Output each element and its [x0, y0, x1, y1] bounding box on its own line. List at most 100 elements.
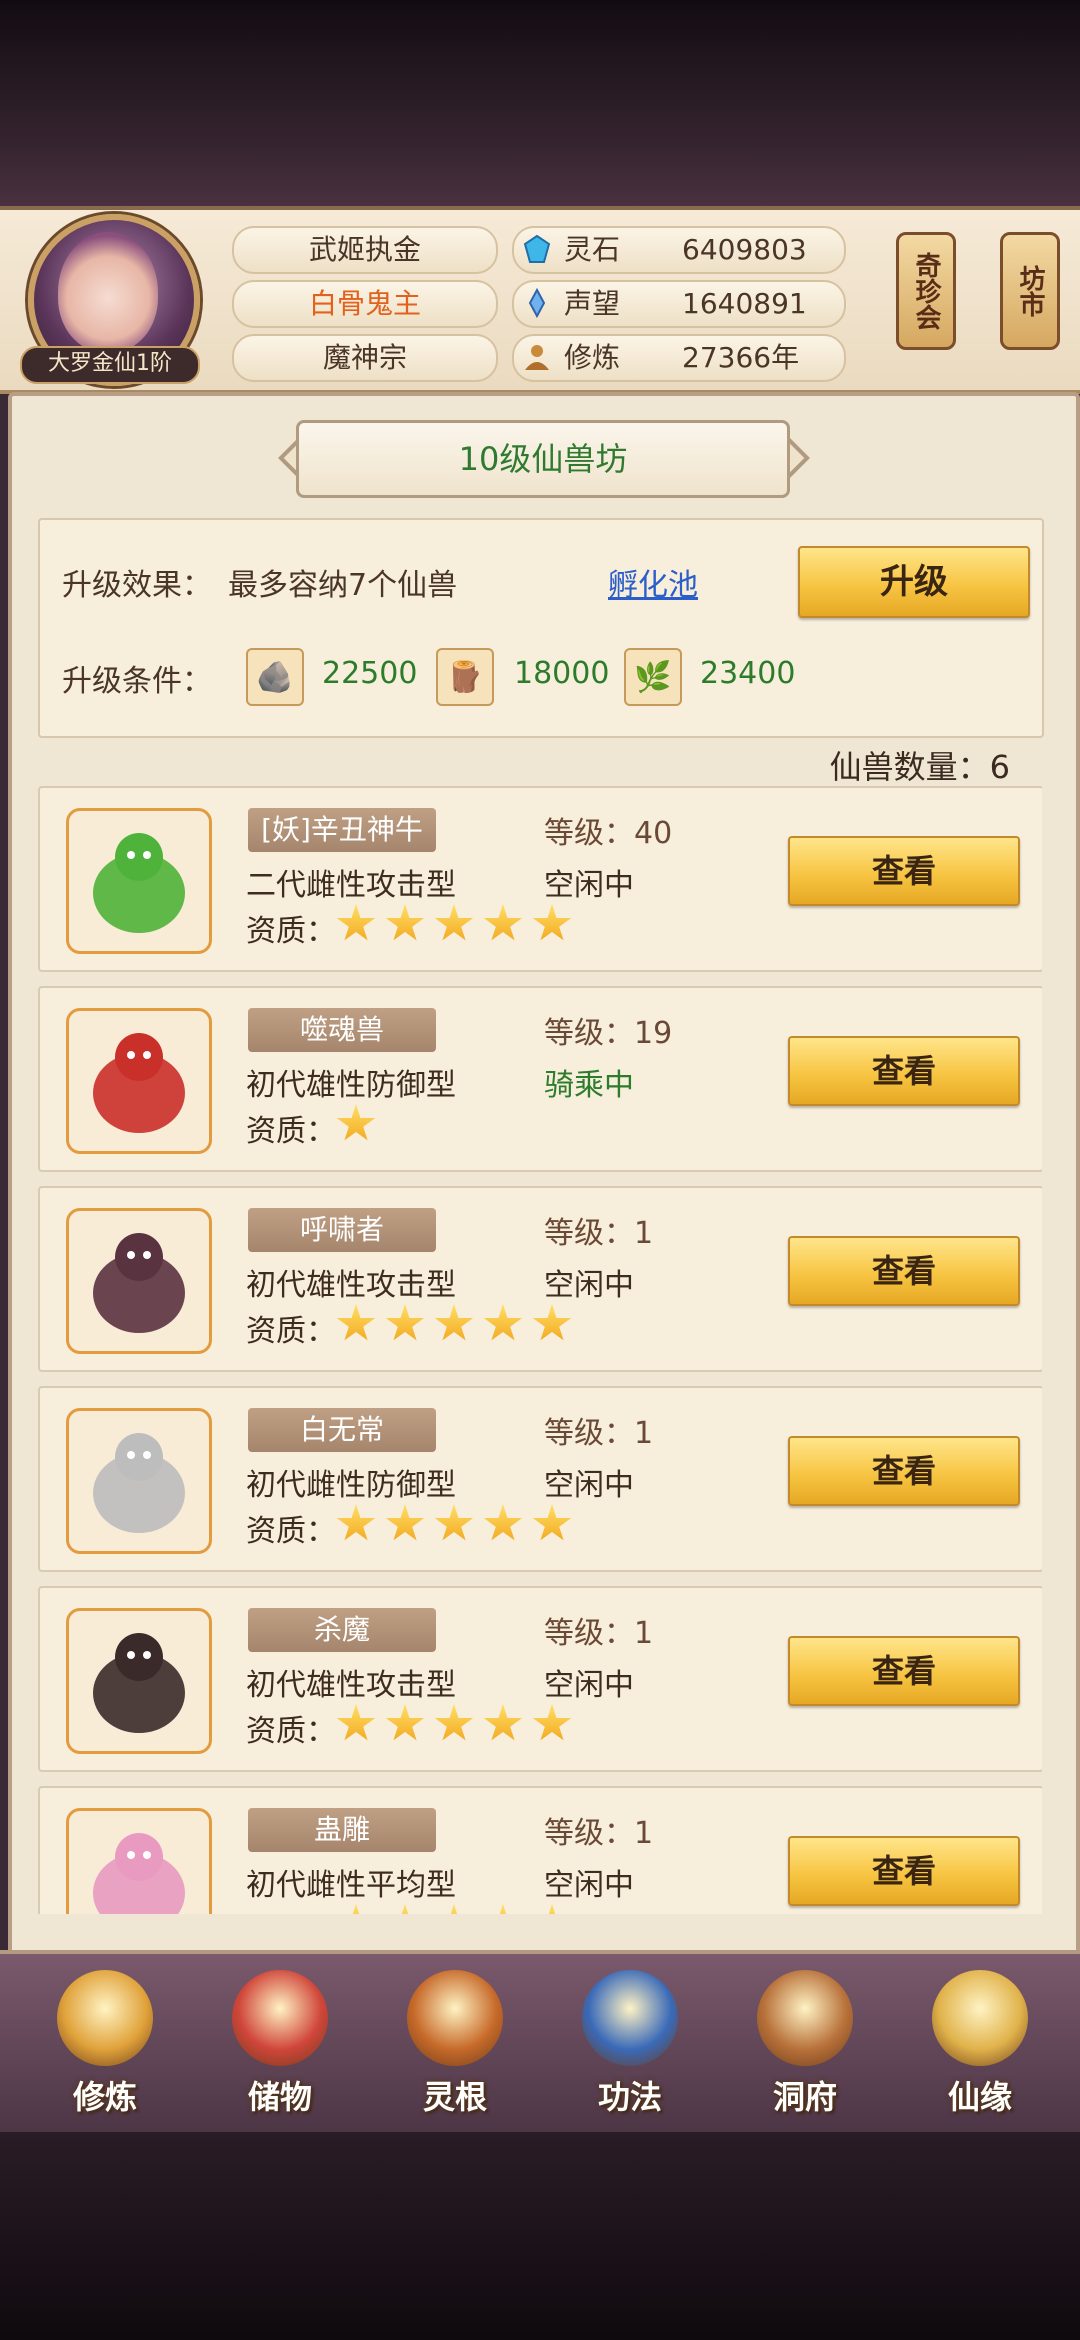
beast-portrait[interactable] — [66, 1008, 212, 1154]
cultivate-icon — [57, 1970, 153, 2066]
destiny-gourd-icon — [932, 1970, 1028, 2066]
quality-label: 资质： — [246, 1906, 336, 1914]
beast-image — [93, 1633, 185, 1733]
title-pill-1: 武姬执金 — [232, 226, 498, 274]
nav-destiny-gourd[interactable]: 仙缘 — [905, 1970, 1055, 2130]
sect-pill: 魔神宗 — [232, 334, 498, 382]
resource-spirit-stone: 灵石 6409803 — [512, 226, 846, 274]
beast-name: 噬魂兽 — [248, 1008, 436, 1052]
cave-mansion-icon — [757, 1970, 853, 2066]
nav-label: 修炼 — [72, 2078, 137, 2116]
beast-status: 空闲中 — [544, 1468, 634, 1503]
nav-spirit-root[interactable]: 灵根 — [380, 1970, 530, 2130]
view-button[interactable]: 查看 — [788, 1836, 1020, 1906]
beast-portrait[interactable] — [66, 1808, 212, 1914]
top-background — [0, 0, 1080, 206]
star-icon — [434, 1504, 474, 1541]
beast-level: 等级：1 — [544, 1816, 654, 1851]
beast-name: [妖]辛丑神牛 — [248, 808, 436, 852]
quality-stars — [336, 1504, 581, 1544]
beast-portrait[interactable] — [66, 1408, 212, 1554]
quality-stars — [336, 1904, 581, 1914]
technique-book-icon — [582, 1970, 678, 2066]
beast-name: 呼啸者 — [248, 1208, 436, 1252]
quality-label: 资质： — [246, 1714, 336, 1749]
beast-level: 等级：40 — [544, 816, 673, 851]
treasure-fair-label: 奇珍会 — [911, 252, 941, 330]
star-icon — [385, 1704, 425, 1741]
beast-name: 蛊雕 — [248, 1808, 436, 1852]
view-button[interactable]: 查看 — [788, 836, 1020, 906]
nav-cultivate[interactable]: 修炼 — [30, 1970, 180, 2130]
beast-image — [93, 833, 185, 933]
market-button[interactable]: 坊市 — [1000, 232, 1060, 350]
star-icon — [385, 1504, 425, 1541]
beast-name: 杀魔 — [248, 1608, 436, 1652]
view-button[interactable]: 查看 — [788, 1036, 1020, 1106]
beast-portrait[interactable] — [66, 808, 212, 954]
star-icon — [336, 1704, 376, 1741]
spirit-stone-value: 6409803 — [682, 233, 807, 266]
title-text-2: 白骨鬼主 — [308, 287, 421, 320]
view-button[interactable]: 查看 — [788, 1436, 1020, 1506]
sect-text: 魔神宗 — [322, 341, 407, 374]
beast-image — [93, 1833, 185, 1914]
treasure-fair-button[interactable]: 奇珍会 — [896, 232, 956, 350]
spirit-stone-label: 灵石 — [564, 233, 621, 266]
beast-card: 杀魔 初代雄性攻击型 资质： 等级：1 空闲中 查看 — [38, 1586, 1042, 1772]
prestige-value: 1640891 — [682, 287, 807, 320]
star-icon — [532, 1904, 572, 1914]
beast-status: 骑乘中 — [544, 1068, 634, 1103]
star-icon — [532, 904, 572, 941]
star-icon — [336, 1504, 376, 1541]
title-pill-2: 白骨鬼主 — [232, 280, 498, 328]
star-icon — [532, 1504, 572, 1541]
star-icon — [434, 904, 474, 941]
prestige-label: 声望 — [564, 287, 621, 320]
star-icon — [336, 904, 376, 941]
star-icon — [434, 1904, 474, 1914]
bottom-background — [0, 2132, 1080, 2340]
material-herb-value: 23400 — [700, 656, 796, 691]
material-wood-value: 18000 — [514, 656, 610, 691]
beast-card: 白无常 初代雌性防御型 资质： 等级：1 空闲中 查看 — [38, 1386, 1042, 1572]
star-icon — [336, 1904, 376, 1914]
beast-status: 空闲中 — [544, 1868, 634, 1903]
market-label: 坊市 — [1015, 265, 1045, 317]
nav-label: 储物 — [247, 2078, 312, 2116]
beast-level: 等级：19 — [544, 1016, 673, 1051]
beast-description: 初代雄性攻击型 — [246, 1268, 456, 1303]
quality-label: 资质： — [246, 1314, 336, 1349]
beast-count: 仙兽数量：6 — [829, 748, 1010, 786]
beast-list[interactable]: [妖]辛丑神牛 二代雌性攻击型 资质： 等级：40 空闲中 查看 噬魂兽 初代雄性防御型 资质：… — [38, 786, 1042, 1914]
beast-image — [93, 1433, 185, 1533]
storage-bag-icon — [232, 1970, 328, 2066]
nav-storage-bag[interactable]: 储物 — [205, 1970, 355, 2130]
nav-label: 洞府 — [772, 2078, 837, 2116]
beast-status: 空闲中 — [544, 1668, 634, 1703]
nav-cave-mansion[interactable]: 洞府 — [730, 1970, 880, 2130]
resource-prestige: 声望 1640891 — [512, 280, 846, 328]
beast-status: 空闲中 — [544, 868, 634, 903]
spirit-root-icon — [407, 1970, 503, 2066]
beast-name: 白无常 — [248, 1408, 436, 1452]
page-title: 10级仙兽坊 — [296, 420, 790, 498]
quality-label: 资质： — [246, 914, 336, 949]
quality-stars — [336, 1704, 581, 1744]
view-button[interactable]: 查看 — [788, 1236, 1020, 1306]
cultivation-value: 27366年 — [682, 341, 800, 374]
hatching-pool-link[interactable]: 孵化池 — [608, 560, 698, 604]
beast-level: 等级：1 — [544, 1216, 654, 1251]
nav-technique-book[interactable]: 功法 — [555, 1970, 705, 2130]
rank-badge: 大罗金仙1阶 — [20, 346, 200, 384]
beast-portrait[interactable] — [66, 1608, 212, 1754]
view-button[interactable]: 查看 — [788, 1636, 1020, 1706]
beast-portrait[interactable] — [66, 1208, 212, 1354]
star-icon — [336, 1304, 376, 1341]
resource-cultivation: 修炼 27366年 — [512, 334, 846, 382]
beast-status: 空闲中 — [544, 1268, 634, 1303]
beast-description: 初代雌性平均型 — [246, 1868, 456, 1903]
upgrade-button[interactable]: 升级 — [798, 546, 1030, 618]
star-icon — [336, 1104, 376, 1141]
star-icon — [385, 1904, 425, 1914]
